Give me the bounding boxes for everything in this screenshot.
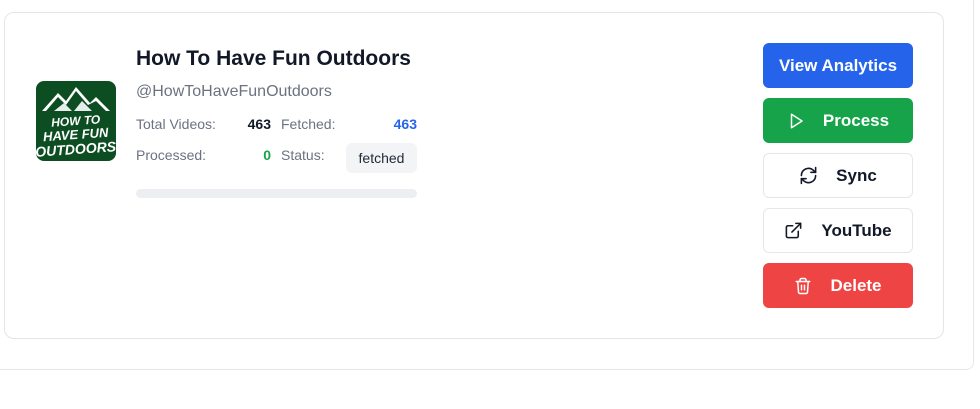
progress-bar	[136, 189, 417, 198]
delete-label: Delete	[830, 275, 882, 295]
channel-avatar: HOW TO HAVE FUN OUTDOORS	[36, 81, 116, 161]
total-videos-label: Total Videos:	[136, 116, 216, 132]
process-label: Process	[822, 110, 890, 130]
delete-button[interactable]: Delete	[763, 263, 913, 308]
process-button[interactable]: Process	[763, 98, 913, 143]
trash-icon	[794, 277, 812, 295]
youtube-button[interactable]: YouTube	[763, 208, 913, 253]
channel-handle: @HowToHaveFunOutdoors	[136, 83, 332, 100]
status-label: Status:	[281, 147, 325, 163]
fetched-value: 463	[393, 116, 417, 132]
sync-label: Sync	[836, 165, 877, 185]
sync-button[interactable]: Sync	[763, 153, 913, 198]
total-videos-value: 463	[247, 116, 271, 132]
view-analytics-label: View Analytics	[778, 55, 898, 75]
channel-card: HOW TO HAVE FUN OUTDOORS How To Have Fun O…	[4, 12, 944, 339]
processed-label: Processed:	[136, 147, 207, 163]
processed-value: 0	[263, 147, 271, 163]
channel-title: How To Have Fun Outdoors	[136, 47, 411, 70]
external-link-icon	[784, 221, 803, 240]
refresh-icon	[799, 166, 818, 185]
youtube-label: YouTube	[821, 220, 892, 240]
status-badge: fetched	[346, 143, 417, 173]
fetched-label: Fetched:	[281, 116, 336, 132]
view-analytics-button[interactable]: View Analytics	[763, 43, 913, 88]
play-icon	[787, 112, 805, 130]
